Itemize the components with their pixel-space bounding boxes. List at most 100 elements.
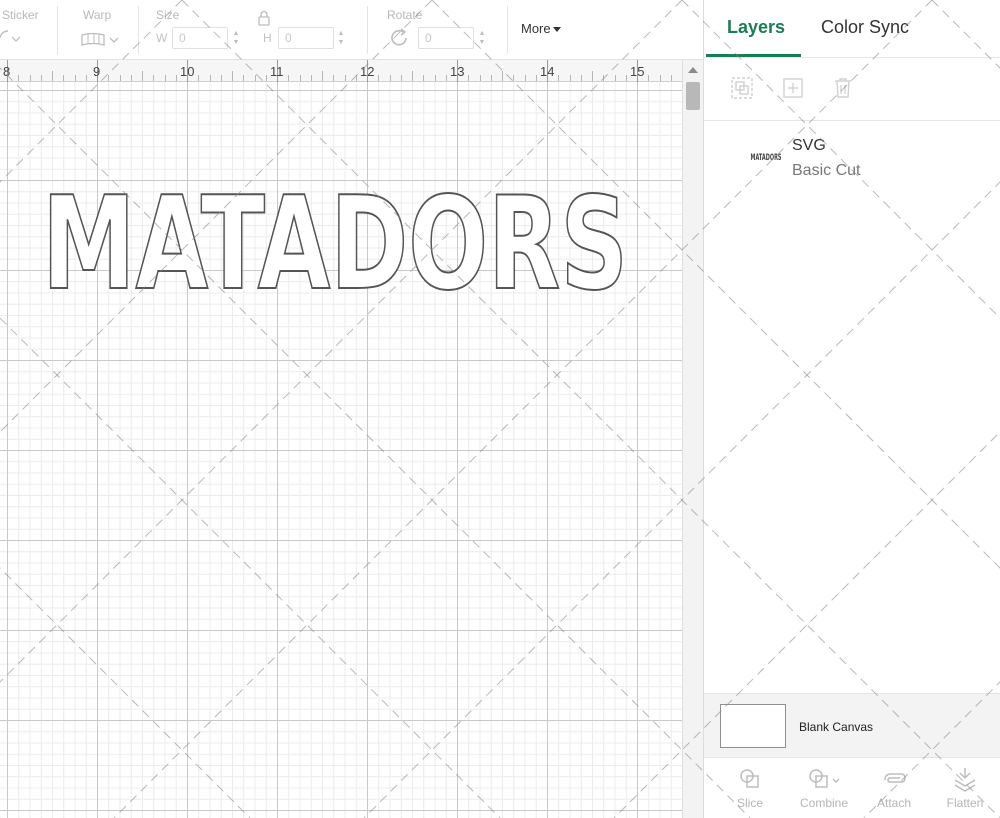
height-input[interactable]: 0 — [278, 27, 334, 49]
ruler-minor-tick — [513, 75, 515, 81]
ruler-label: 12 — [360, 64, 375, 79]
ruler-minor-tick — [130, 75, 132, 81]
flatten-icon — [954, 768, 976, 792]
horizontal-ruler: 8 9 10 11 12 13 14 15 — [0, 60, 682, 82]
rotate-input[interactable]: 0 — [418, 27, 474, 49]
bottom-toolbar: Slice Combine Attach Flatten — [704, 757, 1000, 818]
ruler-minor-tick — [580, 75, 582, 81]
ruler-minor-tick — [659, 75, 661, 81]
width-input[interactable]: 0 — [172, 27, 228, 49]
layer-name: SVG — [792, 137, 826, 154]
size-label: Size — [156, 8, 180, 22]
rotate-label: Rotate — [387, 8, 423, 22]
flatten-label: Flatten — [946, 796, 984, 810]
matadors-design[interactable]: MATADORS — [40, 180, 630, 292]
sticker-label: Sticker — [2, 8, 39, 22]
ruler-minor-tick — [344, 75, 346, 81]
rotate-stepper[interactable]: ▲ ▼ — [475, 27, 489, 49]
ruler-minor-tick — [220, 75, 222, 81]
group-icon[interactable] — [730, 76, 754, 100]
ruler-minor-tick — [40, 75, 42, 81]
ruler-minor-tick — [389, 75, 391, 81]
ruler-minor-tick — [288, 75, 290, 81]
scroll-thumb[interactable] — [686, 82, 700, 110]
matadors-text: MATADORS — [42, 180, 628, 292]
ruler-minor-tick — [29, 75, 31, 81]
ruler-minor-tick — [142, 71, 143, 81]
canvas-grid[interactable]: MATADORS — [0, 82, 682, 818]
ruler-minor-tick — [119, 75, 121, 81]
blank-canvas-swatch[interactable] — [720, 704, 786, 748]
ruler-minor-tick — [333, 75, 335, 81]
ruler-minor-tick — [153, 75, 155, 81]
attach-button[interactable]: Attach — [857, 758, 931, 818]
chevron-down-icon — [552, 27, 561, 33]
ruler-label: 10 — [180, 64, 195, 79]
ruler-minor-tick — [592, 71, 593, 81]
ruler-minor-tick — [670, 75, 672, 81]
sticker-icon[interactable] — [0, 30, 22, 46]
slice-button[interactable]: Slice — [713, 758, 787, 818]
ruler-label: 11 — [270, 64, 284, 79]
toolbar-separator — [138, 6, 139, 54]
ruler-minor-tick — [445, 75, 447, 81]
scroll-up-arrow-icon[interactable] — [688, 67, 698, 73]
attach-label: Attach — [876, 796, 912, 810]
slice-icon — [740, 769, 759, 788]
ruler-minor-tick — [434, 75, 436, 81]
ruler-minor-tick — [502, 71, 503, 81]
combine-label: Combine — [799, 796, 849, 810]
more-button[interactable]: More — [521, 21, 561, 36]
slice-label: Slice — [736, 796, 763, 810]
ruler-minor-tick — [18, 75, 20, 81]
ruler-minor-tick — [423, 75, 425, 81]
combine-button[interactable]: Combine — [787, 758, 861, 818]
attach-icon — [884, 773, 906, 783]
ruler-minor-tick — [310, 75, 312, 81]
ruler-minor-tick — [63, 75, 65, 81]
ruler-label: 15 — [630, 64, 645, 79]
warp-label: Warp — [83, 8, 112, 22]
warp-icon[interactable] — [80, 32, 122, 48]
ruler-minor-tick — [614, 75, 616, 81]
blank-canvas-row[interactable]: Blank Canvas — [704, 693, 1000, 757]
trash-icon[interactable] — [831, 76, 855, 100]
ruler-minor-tick — [378, 75, 380, 81]
width-letter: W — [156, 31, 168, 45]
ruler-minor-tick — [74, 75, 76, 81]
layer-item[interactable]: MATADORS SVG Basic Cut — [704, 130, 1000, 186]
ruler-minor-tick — [468, 75, 470, 81]
ruler-minor-tick — [175, 75, 177, 81]
ruler-minor-tick — [243, 75, 245, 81]
combine-icon — [809, 769, 840, 788]
height-stepper[interactable]: ▲ ▼ — [334, 27, 348, 49]
ruler-minor-tick — [524, 75, 526, 81]
tab-color-sync[interactable]: Color Sync — [821, 17, 909, 38]
width-stepper[interactable]: ▲ ▼ — [229, 27, 243, 49]
ruler-minor-tick — [265, 75, 267, 81]
flatten-button[interactable]: Flatten — [928, 758, 1000, 818]
ruler-minor-tick — [412, 71, 413, 81]
ruler-label: 14 — [540, 64, 555, 79]
layer-operation[interactable]: Basic Cut — [792, 162, 860, 180]
ruler-label: 13 — [450, 64, 465, 79]
tab-layers[interactable]: Layers — [727, 17, 785, 38]
ruler-minor-tick — [603, 75, 605, 81]
ruler-minor-tick — [535, 75, 537, 81]
lock-icon[interactable] — [257, 10, 271, 26]
rotate-icon[interactable] — [388, 27, 410, 49]
ruler-minor-tick — [164, 75, 166, 81]
ruler-minor-tick — [52, 71, 53, 81]
ruler-minor-tick — [108, 75, 110, 81]
ruler-minor-tick — [355, 75, 357, 81]
edit-toolbar: Sticker Warp Size W 0 ▲▼ H 0 ▲▼ Rotate — [0, 0, 704, 60]
ruler-minor-tick — [322, 71, 323, 81]
tabs-divider — [704, 57, 1000, 58]
add-layer-icon[interactable] — [781, 76, 805, 100]
toolbar-separator — [507, 6, 508, 54]
vertical-scrollbar[interactable] — [682, 60, 703, 818]
tools-divider — [704, 120, 1000, 121]
height-letter: H — [263, 31, 272, 45]
toolbar-separator — [367, 6, 368, 54]
ruler-minor-tick — [198, 75, 200, 81]
